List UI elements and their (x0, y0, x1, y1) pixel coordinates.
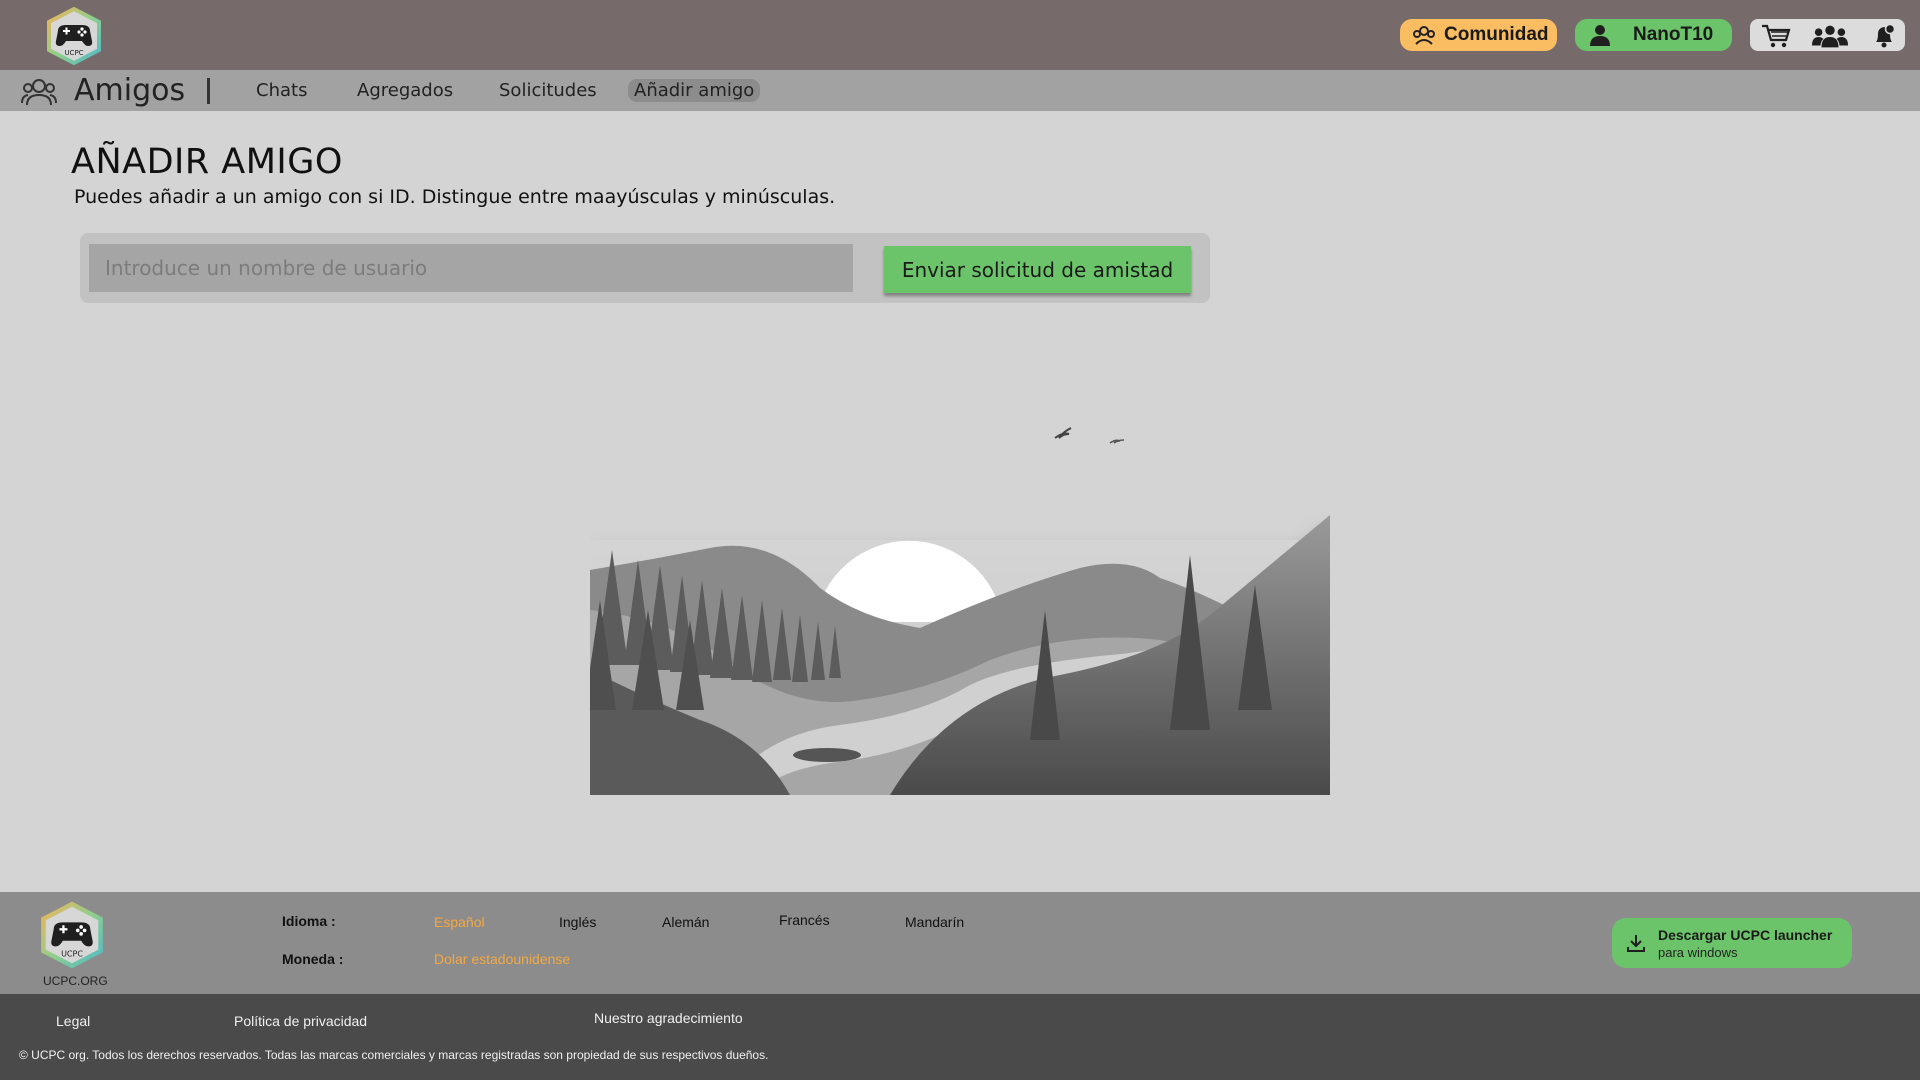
privacy-policy-link[interactable]: Política de privacidad (234, 1013, 367, 1029)
header-icon-group (1750, 19, 1905, 51)
tab-agregados[interactable]: Agregados (357, 80, 453, 101)
bottom-bar: Legal Política de privacidad Nuestro agr… (0, 994, 1920, 1080)
language-option-aleman[interactable]: Alemán (662, 914, 709, 930)
footer: UCPC UCPC.ORG Idioma : Español Inglés Al… (0, 892, 1920, 994)
download-subtitle: para windows (1658, 944, 1738, 960)
language-label: Idioma : (282, 913, 336, 929)
community-icon (1413, 26, 1435, 45)
landscape-illustration (490, 410, 1330, 830)
ucpc-logo[interactable]: UCPC (46, 6, 102, 66)
title-divider (207, 78, 210, 104)
gamepad-logo-icon: UCPC (47, 6, 101, 66)
username-input[interactable] (89, 244, 853, 292)
language-option-mandarin[interactable]: Mandarín (905, 914, 964, 930)
top-header: UCPC Comunidad NanoT10 (0, 0, 1920, 70)
send-friend-request-button[interactable]: Enviar solicitud de amistad (884, 246, 1191, 293)
tab-chats[interactable]: Chats (256, 80, 307, 101)
legal-link[interactable]: Legal (56, 1013, 90, 1029)
user-icon (1590, 25, 1610, 46)
footer-logo[interactable]: UCPC (40, 901, 104, 969)
notification-bell-icon[interactable] (1866, 22, 1902, 50)
friends-section-icon (21, 76, 57, 110)
svg-text:UCPC: UCPC (61, 950, 83, 959)
acknowledgements-link[interactable]: Nuestro agradecimiento (594, 1010, 743, 1026)
section-title: Amigos (74, 73, 186, 108)
friends-icon[interactable] (1812, 22, 1848, 50)
language-option-espanol[interactable]: Español (434, 914, 485, 930)
username-label: NanoT10 (1633, 24, 1714, 45)
cart-icon[interactable] (1758, 22, 1794, 50)
user-profile-button[interactable]: NanoT10 (1575, 19, 1732, 51)
add-friend-form: Enviar solicitud de amistad (80, 233, 1210, 303)
language-option-ingles[interactable]: Inglés (559, 914, 596, 930)
language-option-frances[interactable]: Francés (779, 912, 830, 928)
friends-subnav: Amigos Chats Agregados Solicitudes Añadi… (0, 70, 1920, 111)
svg-text:UCPC: UCPC (64, 49, 83, 57)
download-title: Descargar UCPC launcher (1658, 926, 1833, 943)
currency-label: Moneda : (282, 951, 344, 967)
download-launcher-button[interactable]: Descargar UCPC launcher para windows (1612, 918, 1852, 968)
tab-solicitudes[interactable]: Solicitudes (499, 80, 597, 101)
community-button[interactable]: Comunidad (1400, 19, 1557, 51)
download-icon (1627, 935, 1645, 952)
page-subtitle: Puedes añadir a un amigo con si ID. Dist… (74, 186, 836, 208)
copyright-text: © UCPC org. Todos los derechos reservado… (19, 1048, 769, 1062)
gamepad-logo-icon: UCPC (41, 901, 103, 969)
currency-option[interactable]: Dolar estadounidense (434, 951, 570, 967)
community-label: Comunidad (1444, 24, 1549, 45)
page-title: AÑADIR AMIGO (71, 142, 343, 182)
footer-brand: UCPC.ORG (43, 974, 108, 988)
tab-anadir-amigo[interactable]: Añadir amigo (628, 79, 761, 102)
